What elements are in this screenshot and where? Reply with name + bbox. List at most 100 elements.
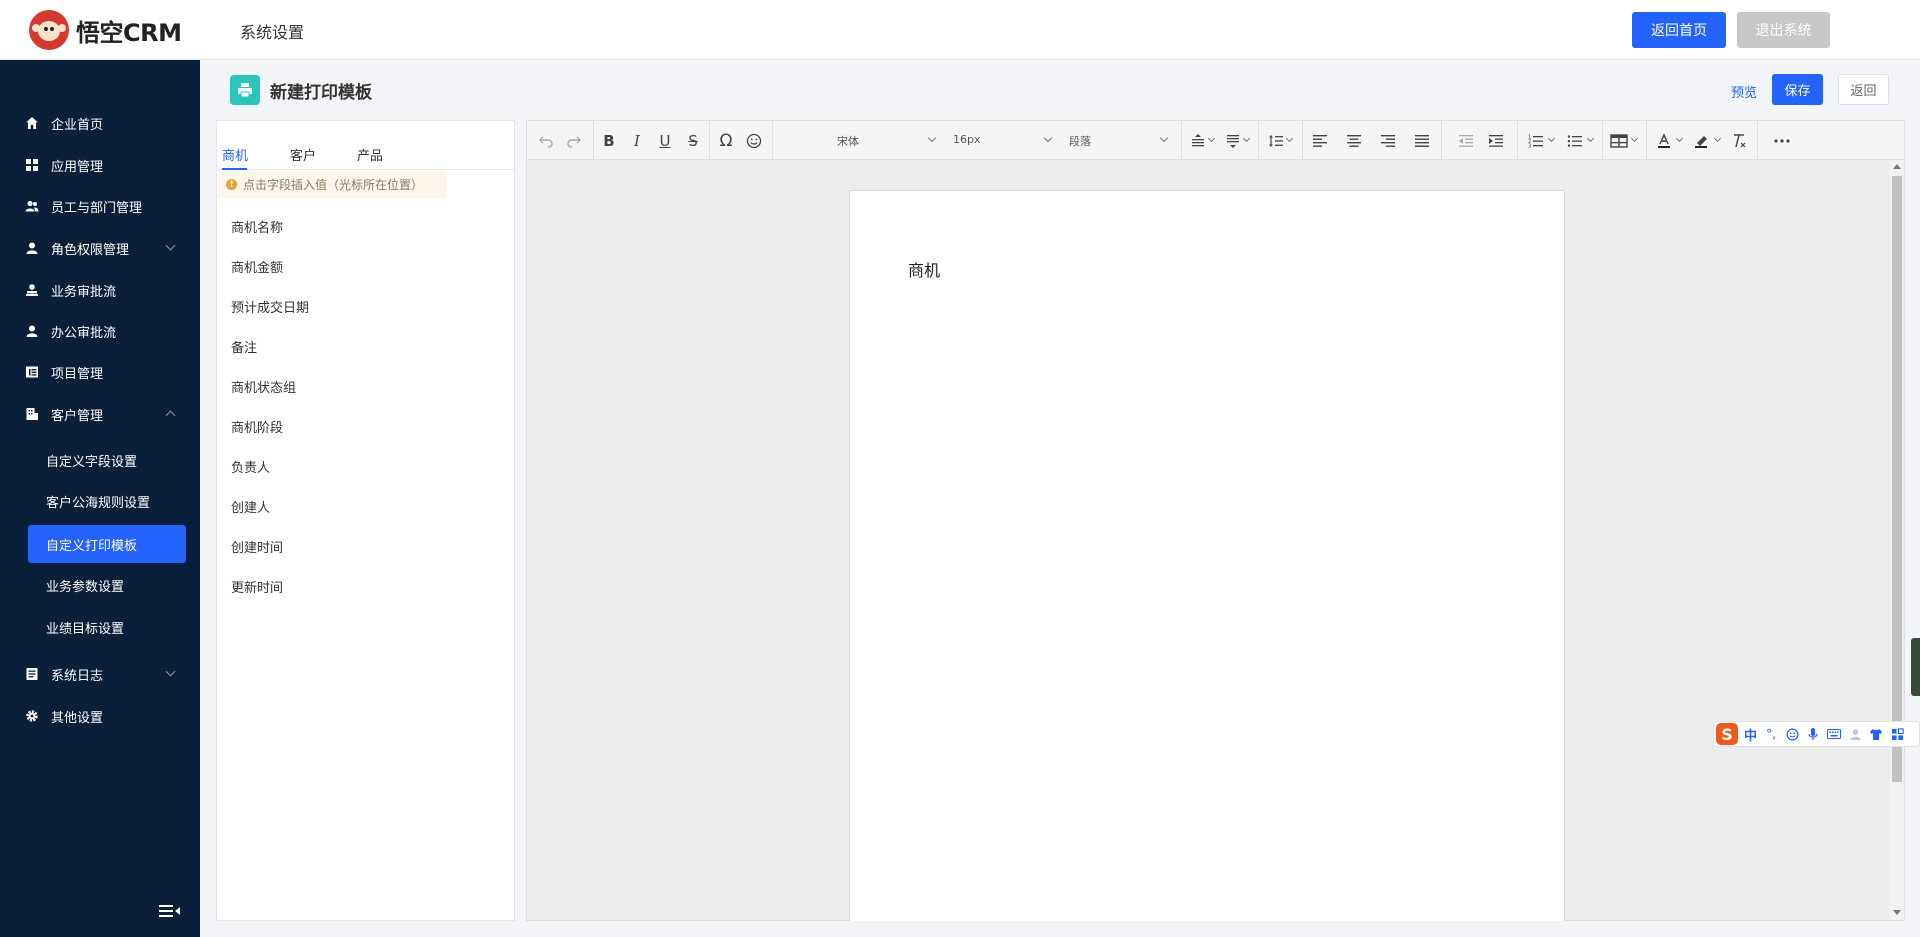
field-item[interactable]: 商机名称 xyxy=(231,217,283,236)
text-color-icon[interactable] xyxy=(1655,131,1673,151)
redo-icon[interactable] xyxy=(565,131,583,151)
special-char-icon[interactable]: Ω xyxy=(716,131,736,151)
sidebar-item-projects[interactable]: 项目管理 xyxy=(0,352,200,392)
gear-icon xyxy=(25,709,39,723)
align-left-icon[interactable] xyxy=(1311,131,1329,151)
sidebar-item-home[interactable]: 企业首页 xyxy=(0,103,200,143)
bold-icon[interactable]: B xyxy=(599,131,619,151)
page-title: 新建打印模板 xyxy=(270,82,372,103)
sidebar-item-staff[interactable]: 员工与部门管理 xyxy=(0,186,200,226)
editor-scrollbar[interactable] xyxy=(1890,160,1904,920)
strikethrough-icon[interactable]: S xyxy=(683,131,703,151)
outdent-icon[interactable] xyxy=(1457,131,1475,151)
collapse-sidebar-icon[interactable] xyxy=(159,903,181,919)
sidebar-subitem-custom-fields[interactable]: 自定义字段设置 xyxy=(28,441,186,479)
office-approval-icon xyxy=(25,324,39,338)
field-item[interactable]: 创建时间 xyxy=(231,537,283,556)
return-home-button[interactable]: 返回首页 xyxy=(1632,12,1726,48)
back-button[interactable]: 返回 xyxy=(1838,74,1889,105)
project-icon xyxy=(25,365,39,379)
field-item[interactable]: 预计成交日期 xyxy=(231,297,309,316)
underline-icon[interactable]: U xyxy=(655,131,675,151)
page-header: 新建打印模板 xyxy=(230,74,372,106)
sidebar-item-apps[interactable]: 应用管理 xyxy=(0,145,200,185)
sidebar-item-roles[interactable]: 角色权限管理 xyxy=(0,228,200,268)
tab-product[interactable]: 产品 xyxy=(357,145,383,164)
sidebar-item-customer[interactable]: 客户管理 xyxy=(0,394,200,434)
toolbox-icon[interactable] xyxy=(1890,727,1904,741)
sidebar-subitem-pool-rules[interactable]: 客户公海规则设置 xyxy=(28,482,186,520)
skin-icon[interactable] xyxy=(1869,727,1883,741)
indent-icon[interactable] xyxy=(1487,131,1505,151)
printer-icon xyxy=(230,75,260,105)
clear-format-icon[interactable] xyxy=(1730,131,1748,151)
field-item[interactable]: 更新时间 xyxy=(231,577,283,596)
align-right-icon[interactable] xyxy=(1379,131,1397,151)
scrollbar-thumb[interactable] xyxy=(1892,176,1902,782)
editor-document-page[interactable]: 商机 xyxy=(849,190,1565,921)
microphone-icon[interactable] xyxy=(1806,727,1820,741)
sidebar-item-business-approval[interactable]: 业务审批流 xyxy=(0,270,200,310)
logo[interactable]: 悟空CRM xyxy=(29,10,182,50)
sidebar-item-system-log[interactable]: 系统日志 xyxy=(0,654,200,694)
tab-opportunity[interactable]: 商机 xyxy=(222,145,248,164)
line-height-icon[interactable] xyxy=(1267,131,1285,151)
users-icon xyxy=(25,199,39,213)
scroll-up-arrow-icon[interactable] xyxy=(1893,164,1901,169)
align-justify-icon[interactable] xyxy=(1413,131,1431,151)
home-icon xyxy=(25,116,39,130)
insert-tip: ! 点击字段插入值（光标所在位置） xyxy=(218,171,447,198)
font-size-select[interactable]: 16px xyxy=(953,133,1048,146)
ordered-list-icon[interactable]: 123 xyxy=(1527,131,1545,151)
italic-icon[interactable]: I xyxy=(627,131,647,151)
field-item[interactable]: 创建人 xyxy=(231,497,270,516)
sogou-logo-icon[interactable]: S xyxy=(1716,723,1738,745)
tab-customer[interactable]: 客户 xyxy=(290,145,316,164)
ime-mode[interactable]: 中 xyxy=(1744,725,1757,744)
field-item[interactable]: 负责人 xyxy=(231,457,270,476)
punctuation-icon[interactable]: °, xyxy=(1764,727,1778,741)
table-icon[interactable] xyxy=(1609,131,1629,151)
ime-toolbar[interactable]: S 中 °, xyxy=(1713,721,1920,747)
more-icon[interactable] xyxy=(1772,131,1792,151)
chevron-down-icon xyxy=(165,666,176,677)
scroll-down-arrow-icon[interactable] xyxy=(1893,910,1901,915)
logout-button[interactable]: 退出系统 xyxy=(1737,12,1830,48)
editor-content[interactable]: 商机 xyxy=(908,257,940,281)
sidebar-item-other-settings[interactable]: 其他设置 xyxy=(0,696,200,736)
paragraph-spacing-after-icon[interactable] xyxy=(1224,131,1242,151)
save-button[interactable]: 保存 xyxy=(1772,74,1823,105)
customer-icon xyxy=(25,407,39,421)
bullet-list-icon[interactable] xyxy=(1566,131,1584,151)
side-floating-handle[interactable] xyxy=(1911,638,1920,696)
sidebar-subitem-business-params[interactable]: 业务参数设置 xyxy=(28,566,186,604)
undo-icon[interactable] xyxy=(537,131,555,151)
preview-link[interactable]: 预览 xyxy=(1731,82,1757,101)
user-avatar-icon[interactable] xyxy=(1848,727,1862,741)
approval-icon xyxy=(25,283,39,297)
info-icon: ! xyxy=(226,179,237,190)
emoji-icon[interactable] xyxy=(744,131,764,151)
field-item[interactable]: 商机金额 xyxy=(231,257,283,276)
grid-icon xyxy=(25,158,39,172)
sidebar-subitem-performance-goals[interactable]: 业绩目标设置 xyxy=(28,608,186,646)
active-tab-indicator xyxy=(222,168,247,170)
field-item[interactable]: 商机阶段 xyxy=(231,417,283,436)
font-family-select[interactable]: 宋体 xyxy=(837,133,932,149)
field-item[interactable]: 备注 xyxy=(231,337,257,356)
field-item[interactable]: 商机状态组 xyxy=(231,377,296,396)
sidebar-subitem-print-template[interactable]: 自定义打印模板 xyxy=(28,525,186,563)
paragraph-spacing-before-icon[interactable] xyxy=(1189,131,1207,151)
field-tabs: 商机 客户 产品 xyxy=(217,137,514,170)
highlight-icon[interactable] xyxy=(1693,131,1711,151)
log-icon xyxy=(25,667,39,681)
svg-text:3: 3 xyxy=(1528,144,1531,150)
section-title: 系统设置 xyxy=(240,23,305,42)
block-format-select[interactable]: 段落 xyxy=(1069,133,1164,149)
sidebar-item-office-approval[interactable]: 办公审批流 xyxy=(0,311,200,351)
align-center-icon[interactable] xyxy=(1345,131,1363,151)
emoji-icon[interactable] xyxy=(1785,727,1799,741)
keyboard-icon[interactable] xyxy=(1827,727,1842,741)
top-header: 悟空CRM 系统设置 返回首页 退出系统 xyxy=(0,0,1920,60)
monkey-logo-icon xyxy=(29,10,69,50)
